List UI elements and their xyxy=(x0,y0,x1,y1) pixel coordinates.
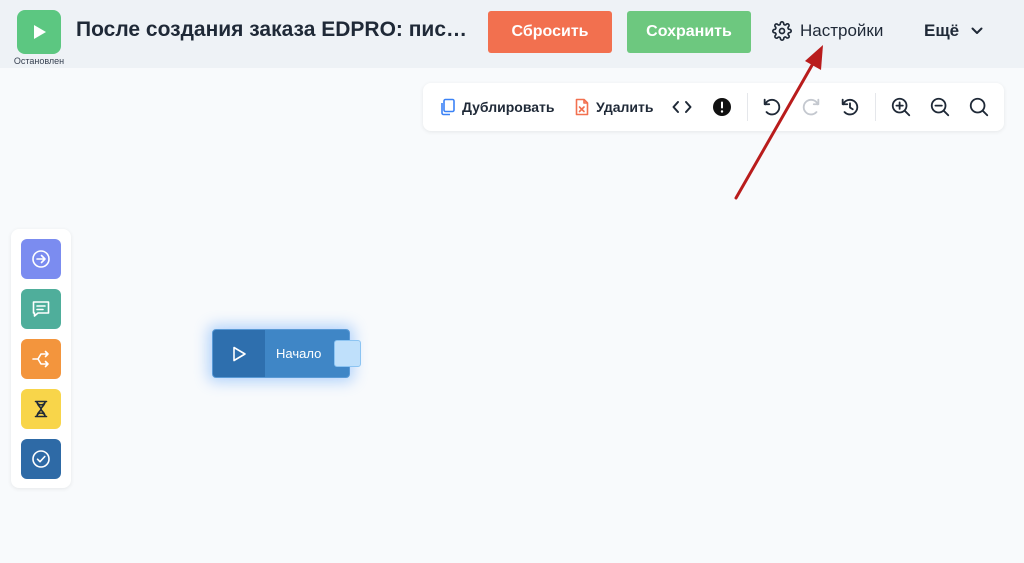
undo-button[interactable] xyxy=(761,83,783,131)
hourglass-icon xyxy=(34,400,48,418)
node-palette xyxy=(11,229,71,488)
undo-icon xyxy=(763,98,781,116)
canvas-toolbar: Дублировать Удалить xyxy=(423,83,1004,131)
alert-circle-icon xyxy=(713,98,731,116)
duplicate-label: Дублировать xyxy=(462,99,555,115)
toolbar-divider xyxy=(747,93,748,121)
play-icon xyxy=(34,25,46,39)
play-outline-icon xyxy=(233,346,246,361)
status-indicator: Остановлен xyxy=(12,10,66,66)
redo-button[interactable] xyxy=(800,83,822,131)
arrow-right-circle-icon xyxy=(32,250,50,268)
zoom-out-icon xyxy=(930,97,950,117)
zoom-in-icon xyxy=(891,97,911,117)
palette-delay-button[interactable] xyxy=(21,389,61,429)
zoom-fit-button[interactable] xyxy=(968,83,990,131)
settings-label: Настройки xyxy=(800,21,884,40)
duplicate-button[interactable]: Дублировать xyxy=(439,83,555,131)
history-button[interactable] xyxy=(839,83,861,131)
code-icon xyxy=(672,101,692,113)
palette-message-button[interactable] xyxy=(21,289,61,329)
palette-branch-button[interactable] xyxy=(21,339,61,379)
palette-finish-button[interactable] xyxy=(21,439,61,479)
gear-icon xyxy=(772,21,792,41)
duplicate-icon xyxy=(441,98,455,116)
palette-action-button[interactable] xyxy=(21,239,61,279)
search-icon xyxy=(969,97,989,117)
code-button[interactable] xyxy=(672,83,692,131)
start-node[interactable]: Начало xyxy=(212,329,350,378)
check-circle-icon xyxy=(32,450,50,468)
branch-icon xyxy=(32,350,49,368)
reset-button[interactable]: Сбросить xyxy=(488,11,612,53)
settings-button[interactable]: Настройки xyxy=(772,21,883,41)
delete-button[interactable]: Удалить xyxy=(573,83,653,131)
status-label: Остановлен xyxy=(13,56,65,66)
history-icon xyxy=(841,98,859,116)
zoom-in-button[interactable] xyxy=(890,83,912,131)
page-title[interactable]: После создания заказа EDPRO: пись... xyxy=(76,18,476,42)
more-menu-button[interactable]: Ещё xyxy=(924,21,983,41)
start-node-icon-area xyxy=(213,330,265,377)
more-label: Ещё xyxy=(924,21,960,40)
toolbar-divider xyxy=(875,93,876,121)
chevron-down-icon xyxy=(971,27,983,34)
run-button[interactable] xyxy=(17,10,61,54)
start-node-label: Начало xyxy=(276,346,322,361)
zoom-out-button[interactable] xyxy=(929,83,951,131)
save-button[interactable]: Сохранить xyxy=(627,11,751,53)
redo-icon xyxy=(802,98,820,116)
validate-button[interactable] xyxy=(712,83,732,131)
start-node-output-port[interactable] xyxy=(334,340,361,367)
chat-icon xyxy=(32,301,50,317)
top-header: Остановлен После создания заказа EDPRO: … xyxy=(0,0,1024,68)
delete-label: Удалить xyxy=(596,99,654,115)
delete-file-icon xyxy=(575,98,589,116)
